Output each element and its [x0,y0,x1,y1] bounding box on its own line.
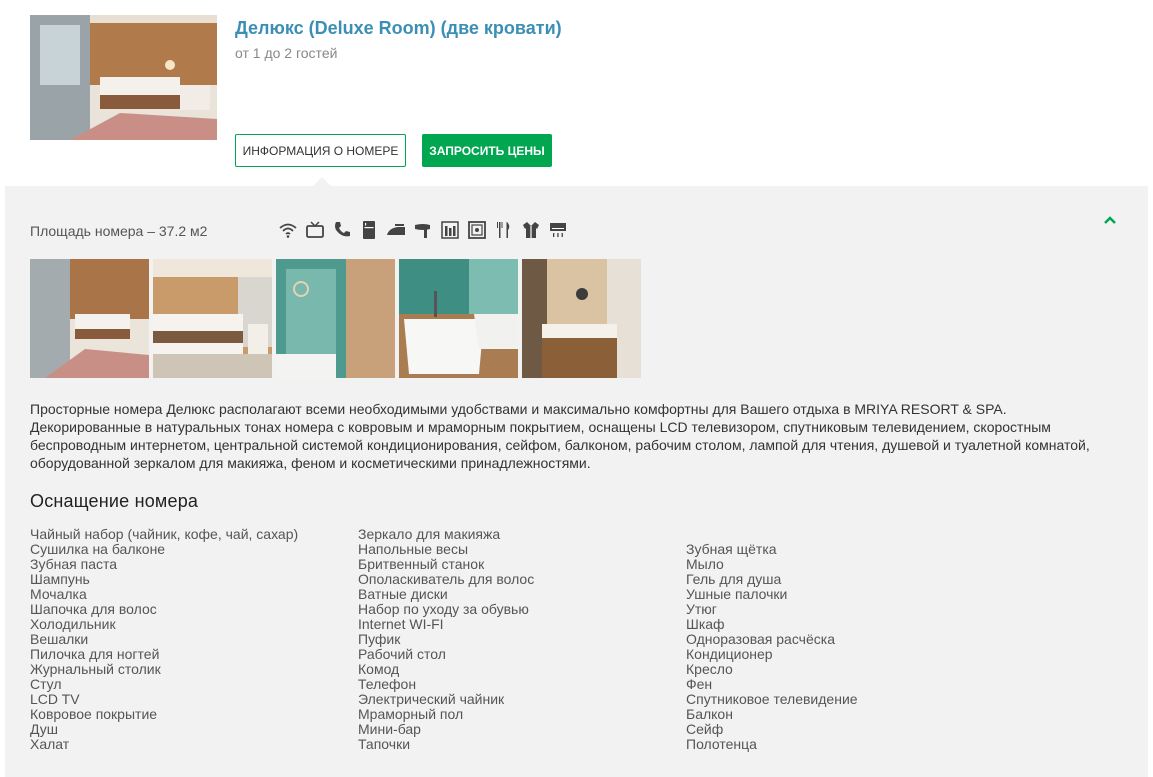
equipment-item: Сейф [686,721,724,737]
equipment-item: Гель для душа [686,571,782,587]
equipment-item: Мыло [686,556,724,572]
collapse-chevron-icon[interactable] [1100,212,1120,228]
equipment-item: Набор по уходу за обувью [358,601,529,617]
equipment-item: Ковровое покрытие [30,706,158,722]
amenity-icons [277,219,568,240]
equipment-item: Зубная паста [30,556,118,572]
room-description: Просторные номера Делюкс располагают все… [30,401,1090,471]
equipment-item: Холодильник [30,616,116,632]
equipment-item: Вешалки [30,631,89,647]
gallery-thumb-bathroom-1[interactable] [276,259,395,378]
room-title[interactable]: Делюкс (Deluxe Room) (две кровати) [235,18,562,39]
equipment-item: Одноразовая расчёска [686,631,835,647]
room-details-panel: Площадь номера – 37.2 м2 Просторные номе… [5,177,1148,777]
room-info-button[interactable]: ИНФОРМАЦИЯ О НОМЕРЕ [235,134,406,167]
equipment-item: Утюг [686,601,717,617]
equipment-item: Бритвенный станок [358,556,485,572]
equipment-item: Балкон [686,706,733,722]
equipment-item: Спутниковое телевидение [686,691,858,707]
equipment-item: Мраморный пол [358,706,464,722]
equipment-item: Напольные весы [358,541,469,557]
request-prices-button[interactable]: ЗАПРОСИТЬ ЦЕНЫ [422,134,552,167]
equipment-title: Оснащение номера [30,491,199,511]
equipment-item: Комод [358,661,400,677]
equipment-item: Стул [30,676,62,692]
equipment-item: Шапочка для волос [30,601,157,617]
room-header: Делюкс (Deluxe Room) (две кровати) от 1 … [0,0,1153,186]
equipment-item: Мочалка [30,586,87,602]
equipment-item: Ушные палочки [686,586,788,602]
equipment-item: Шампунь [30,571,90,587]
equipment-item: Internet WI-FI [358,616,444,632]
gallery-thumb-bathroom-3[interactable] [522,259,641,378]
equipment-item: Кондиционер [686,646,773,662]
equipment-column-1: Чайный набор (чайник, кофе, чай, сахар) С… [30,527,298,752]
equipment-item: Кресло [686,661,733,677]
equipment-item: LCD TV [30,691,80,707]
equipment-item: Тапочки [358,736,411,752]
equipment-item: Ополаскиватель для волос [358,571,535,587]
equipment-item: Ватные диски [358,586,448,602]
equipment-item: Шкаф [686,616,725,632]
hairdryer-icon [412,219,433,240]
equipment-column-2: Зеркало для макияжа Напольные весы Бритвен… [358,527,534,752]
room-main-photo[interactable] [30,15,217,140]
equipment-item: Полотенца [686,736,757,752]
panel-pointer [313,177,331,186]
tv-icon [304,219,325,240]
room-guests: от 1 до 2 гостей [235,45,338,61]
safe-icon [466,219,487,240]
equipment-item: Сушилка на балконе [30,541,166,557]
equipment-item: Рабочий стол [358,646,446,662]
bathrobe-icon [520,219,541,240]
equipment-item: Халат [30,736,70,752]
gallery-thumb-room-1[interactable] [30,259,149,378]
equipment-item: Фен [686,676,713,692]
gallery-thumb-room-2[interactable] [153,259,272,378]
wifi-icon [277,219,298,240]
equipment-item: Зеркало для макияжа [358,526,501,542]
minibar-icon [439,219,460,240]
fridge-icon [358,219,379,240]
equipment-item: Электрический чайник [358,691,505,707]
phone-icon [331,219,352,240]
equipment-item: Пуфик [358,631,401,647]
dining-icon [493,219,514,240]
equipment-column-3: Зубная щётка Мыло Гель для душа Ушные палоч… [686,542,858,752]
equipment-item: Телефон [358,676,417,692]
equipment-item: Журнальный столик [30,661,161,677]
equipment-item: Душ [30,721,59,737]
equipment-item: Чайный набор (чайник, кофе, чай, сахар) [30,526,299,542]
equipment-item: Мини-бар [358,721,421,737]
room-area: Площадь номера – 37.2 м2 [30,223,208,239]
equipment-item: Пилочка для ногтей [30,646,160,662]
gallery-thumb-bathroom-2[interactable] [399,259,518,378]
equipment-item: Зубная щётка [686,541,777,557]
iron-icon [385,219,406,240]
photo-gallery [30,259,641,378]
air-conditioner-icon [547,219,568,240]
